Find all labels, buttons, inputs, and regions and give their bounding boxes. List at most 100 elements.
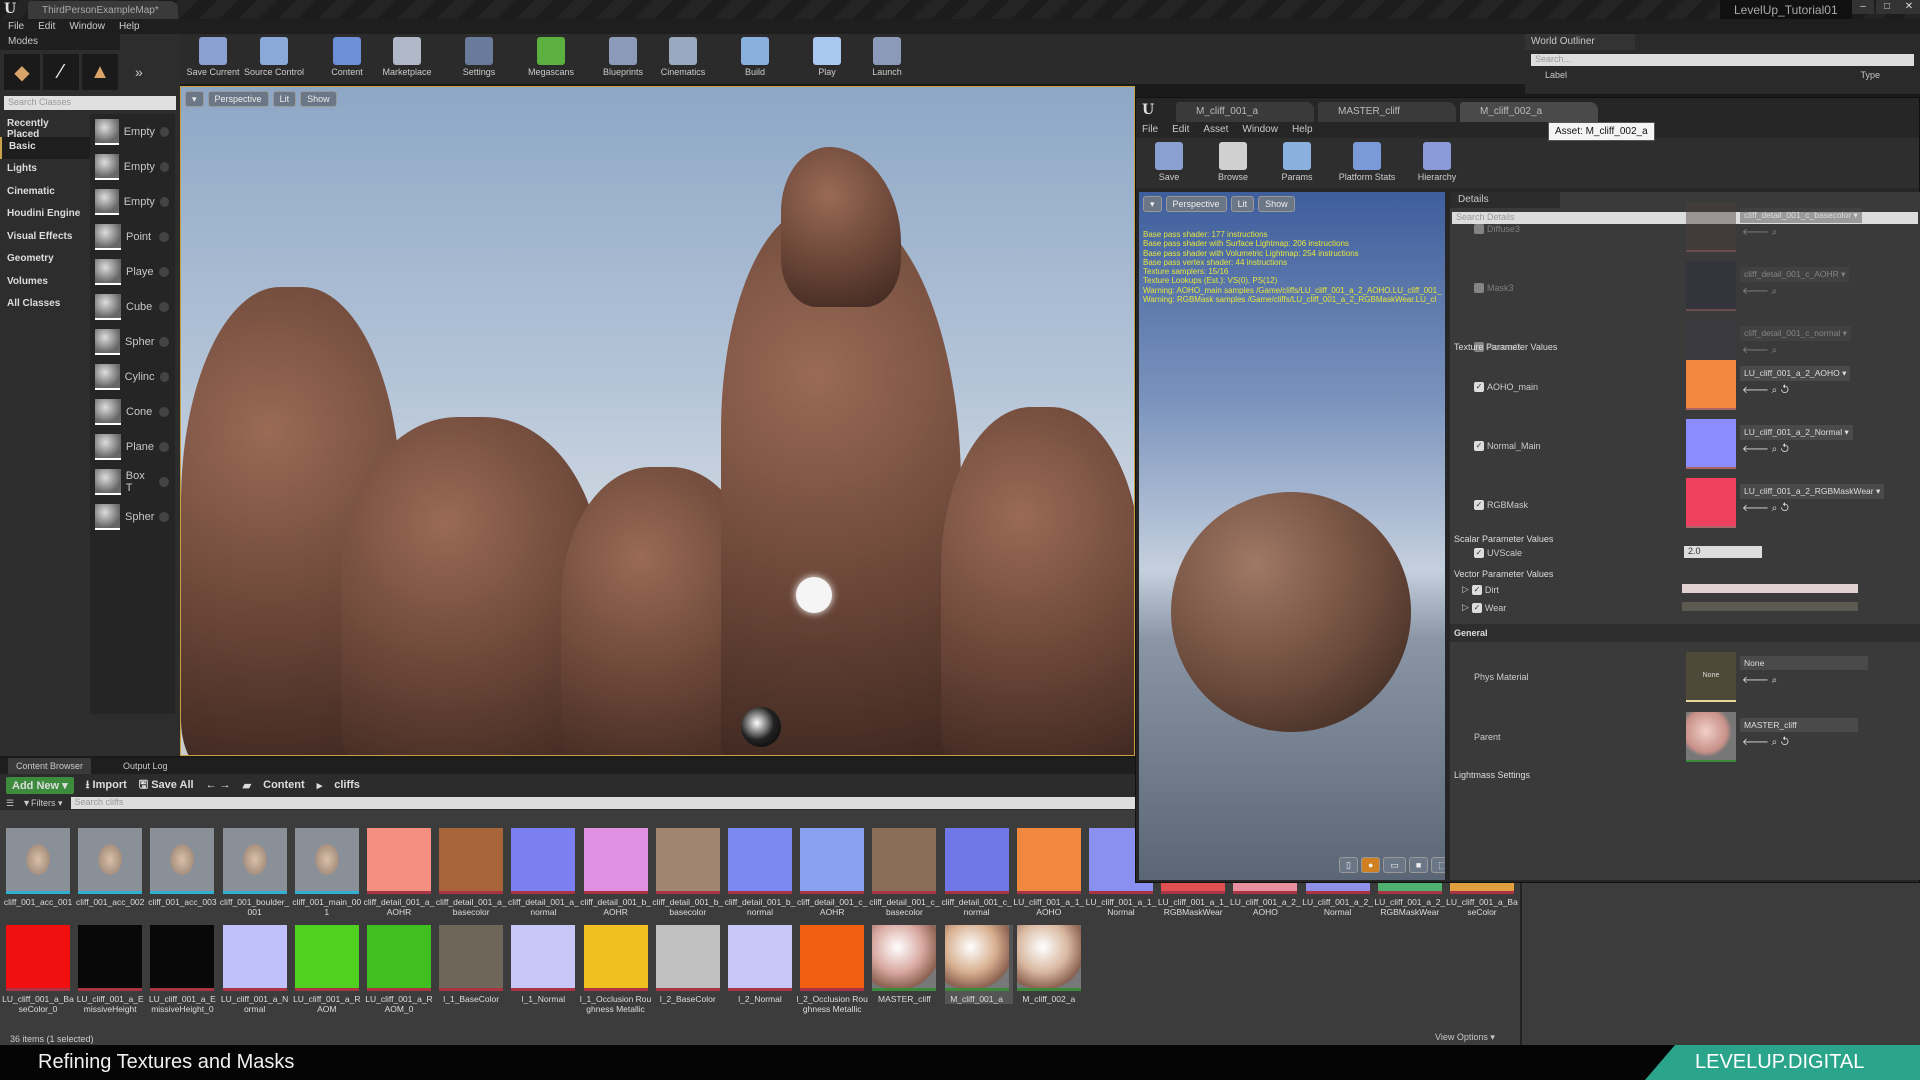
texture-dropdown[interactable]: cliff_detail_001_c_normal ▾ [1740, 326, 1851, 341]
asset-tile[interactable]: cliff_detail_001_c_AOHR [797, 828, 868, 917]
toolbar-source-control-button[interactable]: Source Control [244, 37, 304, 81]
help-icon[interactable] [159, 511, 169, 522]
place-mode-icon[interactable]: ◆ [4, 54, 40, 90]
platform-stats-button[interactable]: Platform Stats [1332, 142, 1402, 184]
phys-material-thumbnail[interactable]: None [1686, 652, 1736, 702]
placeable-item[interactable]: Cylinc [90, 359, 175, 394]
toolbar-build-button[interactable]: Build [726, 37, 784, 81]
phys-material-dropdown[interactable]: None [1740, 656, 1868, 670]
asset-tile[interactable]: LU_cliff_001_a_Normal [221, 925, 291, 1014]
asset-tile[interactable]: l_2_Normal [728, 925, 796, 1004]
tab-m-cliff-002-a[interactable]: M_cliff_002_a [1460, 102, 1598, 122]
parent-dropdown[interactable]: MASTER_cliff [1740, 718, 1858, 732]
browse-button[interactable]: Browse [1204, 142, 1262, 184]
menu-asset[interactable]: Asset [1203, 122, 1228, 138]
more-modes-icon[interactable]: » [135, 64, 143, 90]
asset-tile[interactable]: cliff_detail_001_b_basecolor [652, 828, 724, 917]
preview-perspective-button[interactable]: Perspective [1165, 196, 1227, 212]
perspective-button[interactable]: Perspective [207, 91, 269, 107]
material-preview-viewport[interactable]: ▾ Perspective Lit Show Base pass shader:… [1139, 192, 1445, 880]
asset-tile[interactable]: cliff_001_main_001 [292, 828, 363, 917]
help-icon[interactable] [159, 371, 169, 382]
asset-tile[interactable]: LU_cliff_001_a_RAOM_0 [365, 925, 435, 1014]
paint-mode-icon[interactable]: ⁄ [43, 54, 79, 90]
toolbar-blueprints-button[interactable]: Blueprints [594, 37, 652, 81]
asset-tile[interactable]: LU_cliff_001_a_EmissiveHeight [77, 925, 146, 1014]
level-tab[interactable]: ThirdPersonExampleMap* [28, 1, 178, 19]
help-icon[interactable] [159, 406, 169, 417]
asset-tile[interactable]: l_1_Occlusion Roughness Metallic [580, 925, 652, 1014]
help-icon[interactable] [159, 336, 169, 347]
placeable-item[interactable]: Plane [90, 429, 175, 464]
level-viewport[interactable]: ▾ Perspective Lit Show [180, 86, 1135, 756]
directional-light-icon[interactable] [796, 577, 832, 613]
texture-thumbnail[interactable] [1686, 419, 1736, 469]
menu-window[interactable]: Window [69, 19, 105, 34]
breadcrumb-content[interactable]: Content [263, 779, 305, 791]
sphere-preview-button[interactable]: ● [1360, 857, 1381, 873]
history-nav-buttons[interactable]: ← → [206, 779, 231, 791]
texture-dropdown[interactable]: LU_cliff_001_a_2_AOHO ▾ [1740, 366, 1851, 381]
preview-lit-button[interactable]: Lit [1230, 196, 1255, 212]
cylinder-preview-button[interactable]: ▯ [1339, 857, 1358, 873]
override-checkbox[interactable]: ✓ [1474, 548, 1484, 558]
toolbar-marketplace-button[interactable]: Marketplace [378, 37, 436, 81]
placeable-item[interactable]: Empty [90, 184, 175, 219]
params-button[interactable]: Params [1268, 142, 1326, 184]
preview-show-button[interactable]: Show [1258, 196, 1295, 212]
help-icon[interactable] [159, 231, 169, 242]
search-classes-input[interactable]: Search Classes [4, 96, 176, 110]
maximize-button[interactable]: □ [1876, 0, 1898, 14]
texture-thumbnail[interactable] [1686, 202, 1736, 252]
help-icon[interactable] [159, 441, 169, 452]
toolbar-save-current-button[interactable]: Save Current [184, 37, 242, 81]
outliner-search-input[interactable]: Search... [1531, 54, 1914, 66]
texture-dropdown[interactable]: cliff_detail_001_c_basecolor ▾ [1740, 208, 1862, 223]
hierarchy-button[interactable]: Hierarchy [1408, 142, 1466, 184]
texture-thumbnail[interactable] [1686, 360, 1736, 410]
menu-window[interactable]: Window [1242, 122, 1278, 138]
asset-tile[interactable]: M_cliff_001_a [944, 925, 1013, 1004]
sources-toggle-icon[interactable]: ☰ [6, 798, 14, 809]
override-checkbox[interactable] [1474, 224, 1484, 234]
toolbar-cinematics-button[interactable]: Cinematics [654, 37, 712, 81]
placeable-item[interactable]: Cone [90, 394, 175, 429]
asset-tile[interactable]: cliff_detail_001_c_basecolor [869, 828, 940, 917]
plane-preview-button[interactable]: ▭ [1383, 857, 1406, 873]
landscape-mode-icon[interactable]: ▲ [82, 54, 118, 90]
expand-arrow-icon[interactable]: ▷ [1462, 584, 1469, 595]
viewport-options-button[interactable]: ▾ [185, 91, 204, 107]
placeable-item[interactable]: Empty [90, 149, 175, 184]
asset-tile[interactable]: cliff_detail_001_c_normal [941, 828, 1013, 917]
texture-thumbnail[interactable] [1686, 261, 1736, 311]
help-icon[interactable] [159, 301, 169, 312]
save-button[interactable]: Save [1140, 142, 1198, 184]
asset-tile[interactable]: LU_cliff_001_a_RAOM [293, 925, 363, 1014]
lit-button[interactable]: Lit [272, 91, 297, 107]
tab-m-cliff-001-a[interactable]: M_cliff_001_a [1176, 102, 1314, 122]
menu-edit[interactable]: Edit [1172, 122, 1189, 138]
placeable-item[interactable]: Point [90, 219, 175, 254]
asset-tile[interactable]: cliff_detail_001_b_AOHR [580, 828, 652, 917]
asset-tile[interactable]: cliff_001_acc_001 [4, 828, 74, 907]
texture-section-header[interactable]: Texture Parameter Values [1454, 342, 1557, 352]
placeable-item[interactable]: Empty [90, 114, 175, 149]
world-outliner-tab[interactable]: World Outliner [1525, 34, 1635, 50]
tab-master-cliff[interactable]: MASTER_cliff [1318, 102, 1456, 122]
placeable-item[interactable]: Cube [90, 289, 175, 324]
close-button[interactable]: ✕ [1898, 0, 1920, 14]
view-options-button[interactable]: View Options ▾ [1435, 1032, 1495, 1043]
mesh-preview-button[interactable]: ⬚ [1431, 857, 1445, 873]
cube-preview-button[interactable]: ■ [1408, 857, 1429, 873]
override-checkbox[interactable]: ✓ [1471, 584, 1482, 595]
help-icon[interactable] [159, 196, 169, 207]
asset-tile[interactable]: MASTER_cliff [872, 925, 940, 1004]
help-icon[interactable] [159, 266, 169, 277]
add-new-button[interactable]: Add New ▾ [6, 776, 74, 794]
category-geometry[interactable]: Geometry [0, 249, 90, 272]
uvscale-input[interactable]: 2.0 [1684, 546, 1762, 558]
color-swatch[interactable] [1682, 584, 1858, 593]
toolbar-content-button[interactable]: Content [318, 37, 376, 81]
placeable-item[interactable]: Playe [90, 254, 175, 289]
asset-tile[interactable]: LU_cliff_001_a_EmissiveHeight_0 [149, 925, 218, 1014]
